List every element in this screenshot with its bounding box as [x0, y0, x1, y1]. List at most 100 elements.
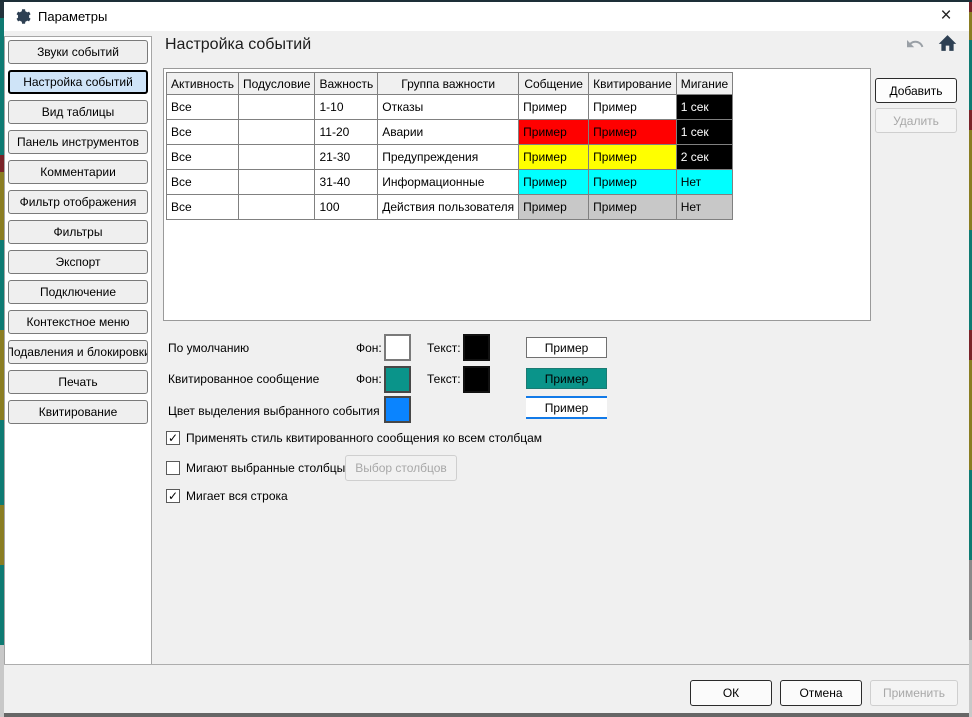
default-bg-label: Фон:	[356, 341, 382, 355]
default-text-label: Текст:	[427, 341, 461, 355]
selection-color-swatch[interactable]	[384, 396, 411, 423]
ack-bg-label: Фон:	[356, 372, 382, 386]
table-cell[interactable]	[239, 195, 315, 220]
table-cell[interactable]: Все	[167, 170, 239, 195]
table-cell[interactable]: Пример	[519, 95, 589, 120]
sidebar-item-11[interactable]: Подавления и блокировки	[8, 340, 148, 364]
table-row[interactable]: Все1-10ОтказыПримерПример1 сек	[167, 95, 733, 120]
events-table-header: АктивностьПодусловиеВажностьГруппа важно…	[167, 73, 733, 95]
table-cell[interactable]: Пример	[589, 170, 677, 195]
table-cell[interactable]	[239, 95, 315, 120]
blink-columns-label: Мигают выбранные столбцы	[186, 461, 345, 475]
table-cell[interactable]: 11-20	[315, 120, 378, 145]
default-text-swatch[interactable]	[463, 334, 490, 361]
table-cell[interactable]: 2 сек	[676, 145, 733, 170]
checkmark-icon: ✓	[168, 431, 178, 445]
column-header[interactable]: Важность	[315, 73, 378, 95]
gear-icon	[14, 8, 31, 25]
table-cell[interactable]: 31-40	[315, 170, 378, 195]
column-select-button: Выбор столбцов	[345, 455, 457, 481]
table-cell[interactable]: Действия пользователя	[378, 195, 519, 220]
column-header[interactable]: Подусловие	[239, 73, 315, 95]
table-cell[interactable]: Пример	[519, 195, 589, 220]
default-style-label: По умолчанию	[168, 341, 249, 355]
table-cell[interactable]: Пример	[519, 145, 589, 170]
sidebar-item-3[interactable]: Вид таблицы	[8, 100, 148, 124]
table-cell[interactable]: Пример	[589, 95, 677, 120]
table-cell[interactable]: Пример	[519, 120, 589, 145]
blink-row-label: Мигает вся строка	[186, 489, 288, 503]
sidebar-item-1[interactable]: Звуки событий	[8, 40, 148, 64]
table-cell[interactable]: Отказы	[378, 95, 519, 120]
blink-columns-checkbox[interactable]	[166, 461, 180, 475]
ack-style-label: Квитированное сообщение	[168, 372, 319, 386]
column-header[interactable]: Группа важности	[378, 73, 519, 95]
table-cell[interactable]: 21-30	[315, 145, 378, 170]
table-cell[interactable]: 1-10	[315, 95, 378, 120]
sidebar-item-2[interactable]: Настройка событий	[8, 70, 148, 94]
table-cell[interactable]: Все	[167, 195, 239, 220]
close-icon[interactable]: ×	[931, 4, 961, 29]
page-title: Настройка событий	[165, 36, 311, 54]
sidebar-item-8[interactable]: Экспорт	[8, 250, 148, 274]
default-bg-swatch[interactable]	[384, 334, 411, 361]
table-cell[interactable]	[239, 120, 315, 145]
table-cell[interactable]: Нет	[676, 170, 733, 195]
window-border-bottom	[4, 713, 969, 717]
column-header[interactable]: Квитирование	[589, 73, 677, 95]
sidebar-item-7[interactable]: Фильтры	[8, 220, 148, 244]
column-header[interactable]: Активность	[167, 73, 239, 95]
table-cell[interactable]	[239, 145, 315, 170]
events-table-container: АктивностьПодусловиеВажностьГруппа важно…	[163, 68, 871, 321]
blink-columns-row: Мигают выбранные столбцы	[166, 461, 345, 475]
default-preview: Пример	[526, 337, 607, 358]
table-row[interactable]: Все100Действия пользователяПримерПримерН…	[167, 195, 733, 220]
apply-button: Применить	[870, 680, 958, 706]
table-cell[interactable]: Все	[167, 95, 239, 120]
selection-color-label: Цвет выделения выбранного события	[168, 404, 380, 418]
column-header[interactable]: Собщение	[519, 73, 589, 95]
table-cell[interactable]: 1 сек	[676, 95, 733, 120]
table-cell[interactable]: Нет	[676, 195, 733, 220]
table-cell[interactable]: Пример	[519, 170, 589, 195]
undo-icon[interactable]	[905, 36, 925, 52]
column-header[interactable]: Мигание	[676, 73, 733, 95]
sidebar-item-5[interactable]: Комментарии	[8, 160, 148, 184]
footer-separator	[4, 664, 969, 665]
sidebar: Звуки событий Настройка событий Вид таблиц…	[4, 36, 152, 665]
ack-bg-swatch[interactable]	[384, 366, 411, 393]
table-cell[interactable]	[239, 170, 315, 195]
add-button[interactable]: Добавить	[875, 78, 957, 103]
ack-text-swatch[interactable]	[463, 366, 490, 393]
table-row[interactable]: Все31-40ИнформационныеПримерПримерНет	[167, 170, 733, 195]
table-cell[interactable]: Пример	[589, 195, 677, 220]
sidebar-item-12[interactable]: Печать	[8, 370, 148, 394]
table-cell[interactable]: Предупреждения	[378, 145, 519, 170]
table-cell[interactable]: Пример	[589, 120, 677, 145]
table-cell[interactable]: Информационные	[378, 170, 519, 195]
blink-row-checkbox[interactable]: ✓	[166, 489, 180, 503]
sidebar-item-13[interactable]: Квитирование	[8, 400, 148, 424]
table-cell[interactable]: 1 сек	[676, 120, 733, 145]
parameters-dialog: Параметры × Звуки событийНастройка событ…	[0, 0, 972, 717]
blink-row-row: ✓ Мигает вся строка	[166, 489, 288, 503]
sidebar-item-10[interactable]: Контекстное меню	[8, 310, 148, 334]
home-icon[interactable]	[937, 33, 958, 53]
cancel-button[interactable]: Отмена	[780, 680, 862, 706]
table-cell[interactable]: Аварии	[378, 120, 519, 145]
table-cell[interactable]: Пример	[589, 145, 677, 170]
apply-ack-style-label: Применять стиль квитированного сообщения…	[186, 431, 542, 445]
apply-ack-style-checkbox[interactable]: ✓	[166, 431, 180, 445]
sidebar-item-4[interactable]: Панель инструментов	[8, 130, 148, 154]
events-table: АктивностьПодусловиеВажностьГруппа важно…	[166, 72, 733, 220]
table-cell[interactable]: Все	[167, 120, 239, 145]
ok-button[interactable]: ОК	[690, 680, 772, 706]
sidebar-item-9[interactable]: Подключение	[8, 280, 148, 304]
events-table-body: Все1-10ОтказыПримерПример1 секВсе11-20Ав…	[167, 95, 733, 220]
table-row[interactable]: Все11-20АварииПримерПример1 сек	[167, 120, 733, 145]
table-row[interactable]: Все21-30ПредупрежденияПримерПример2 сек	[167, 145, 733, 170]
table-cell[interactable]: 100	[315, 195, 378, 220]
checkmark-icon: ✓	[168, 489, 178, 503]
table-cell[interactable]: Все	[167, 145, 239, 170]
sidebar-item-6[interactable]: Фильтр отображения	[8, 190, 148, 214]
